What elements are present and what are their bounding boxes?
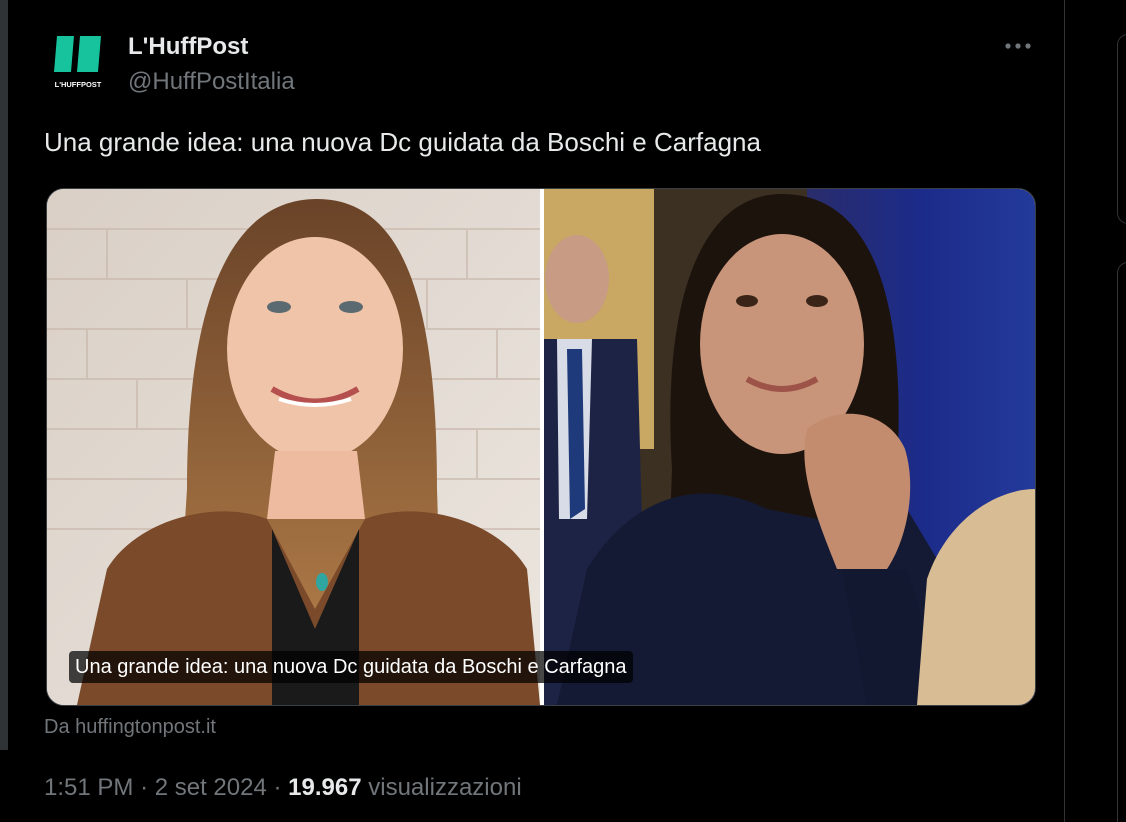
right-person-eye-left — [736, 295, 758, 307]
link-card-caption: Una grande idea: una nuova Dc guidata da… — [69, 651, 633, 683]
meta-separator: · — [140, 774, 149, 801]
tweet-metadata: 1:51 PM · 2 set 2024 · 19.967 visualizza… — [44, 774, 522, 802]
meta-separator: · — [273, 774, 282, 801]
author-avatar[interactable]: L'HUFFPOST — [44, 30, 112, 98]
huffpost-logo-icon: L'HUFFPOST — [44, 30, 112, 98]
photo-divider — [540, 189, 544, 705]
author-handle[interactable]: @HuffPostItalia — [128, 68, 295, 96]
views-count: 19.967 — [288, 774, 362, 801]
left-column-border — [0, 0, 8, 750]
tweet-date[interactable]: 2 set 2024 — [155, 774, 267, 801]
background-man-face — [545, 235, 609, 323]
pendant-necklace — [316, 573, 328, 591]
link-card-image — [47, 189, 1035, 705]
views-label: visualizzazioni — [368, 774, 522, 801]
logo-bar-right — [77, 36, 101, 72]
left-person-neck — [267, 451, 365, 519]
column-divider — [1064, 0, 1065, 822]
sidebar-card — [1117, 262, 1126, 822]
tweet-text: Una grande idea: una nuova Dc guidata da… — [44, 127, 761, 157]
left-person-eye-right — [339, 301, 363, 313]
more-horizontal-icon — [1005, 43, 1031, 49]
page: L'HUFFPOST L'HuffPost @HuffPostItalia Un… — [0, 0, 1126, 822]
avatar-label: L'HUFFPOST — [55, 80, 102, 89]
left-person-eye-left — [267, 301, 291, 313]
more-options-button[interactable] — [1000, 30, 1036, 62]
right-person-eye-right — [806, 295, 828, 307]
left-person-face — [227, 237, 403, 461]
article-photo — [47, 189, 1035, 705]
tweet-time[interactable]: 1:51 PM — [44, 774, 133, 801]
author-name[interactable]: L'HuffPost — [128, 33, 248, 61]
logo-bar-left — [54, 36, 74, 72]
sidebar-card — [1117, 34, 1126, 224]
link-source[interactable]: Da huffingtonpost.it — [44, 716, 216, 739]
background-man-tie — [567, 349, 585, 519]
link-card[interactable]: Una grande idea: una nuova Dc guidata da… — [46, 188, 1036, 706]
